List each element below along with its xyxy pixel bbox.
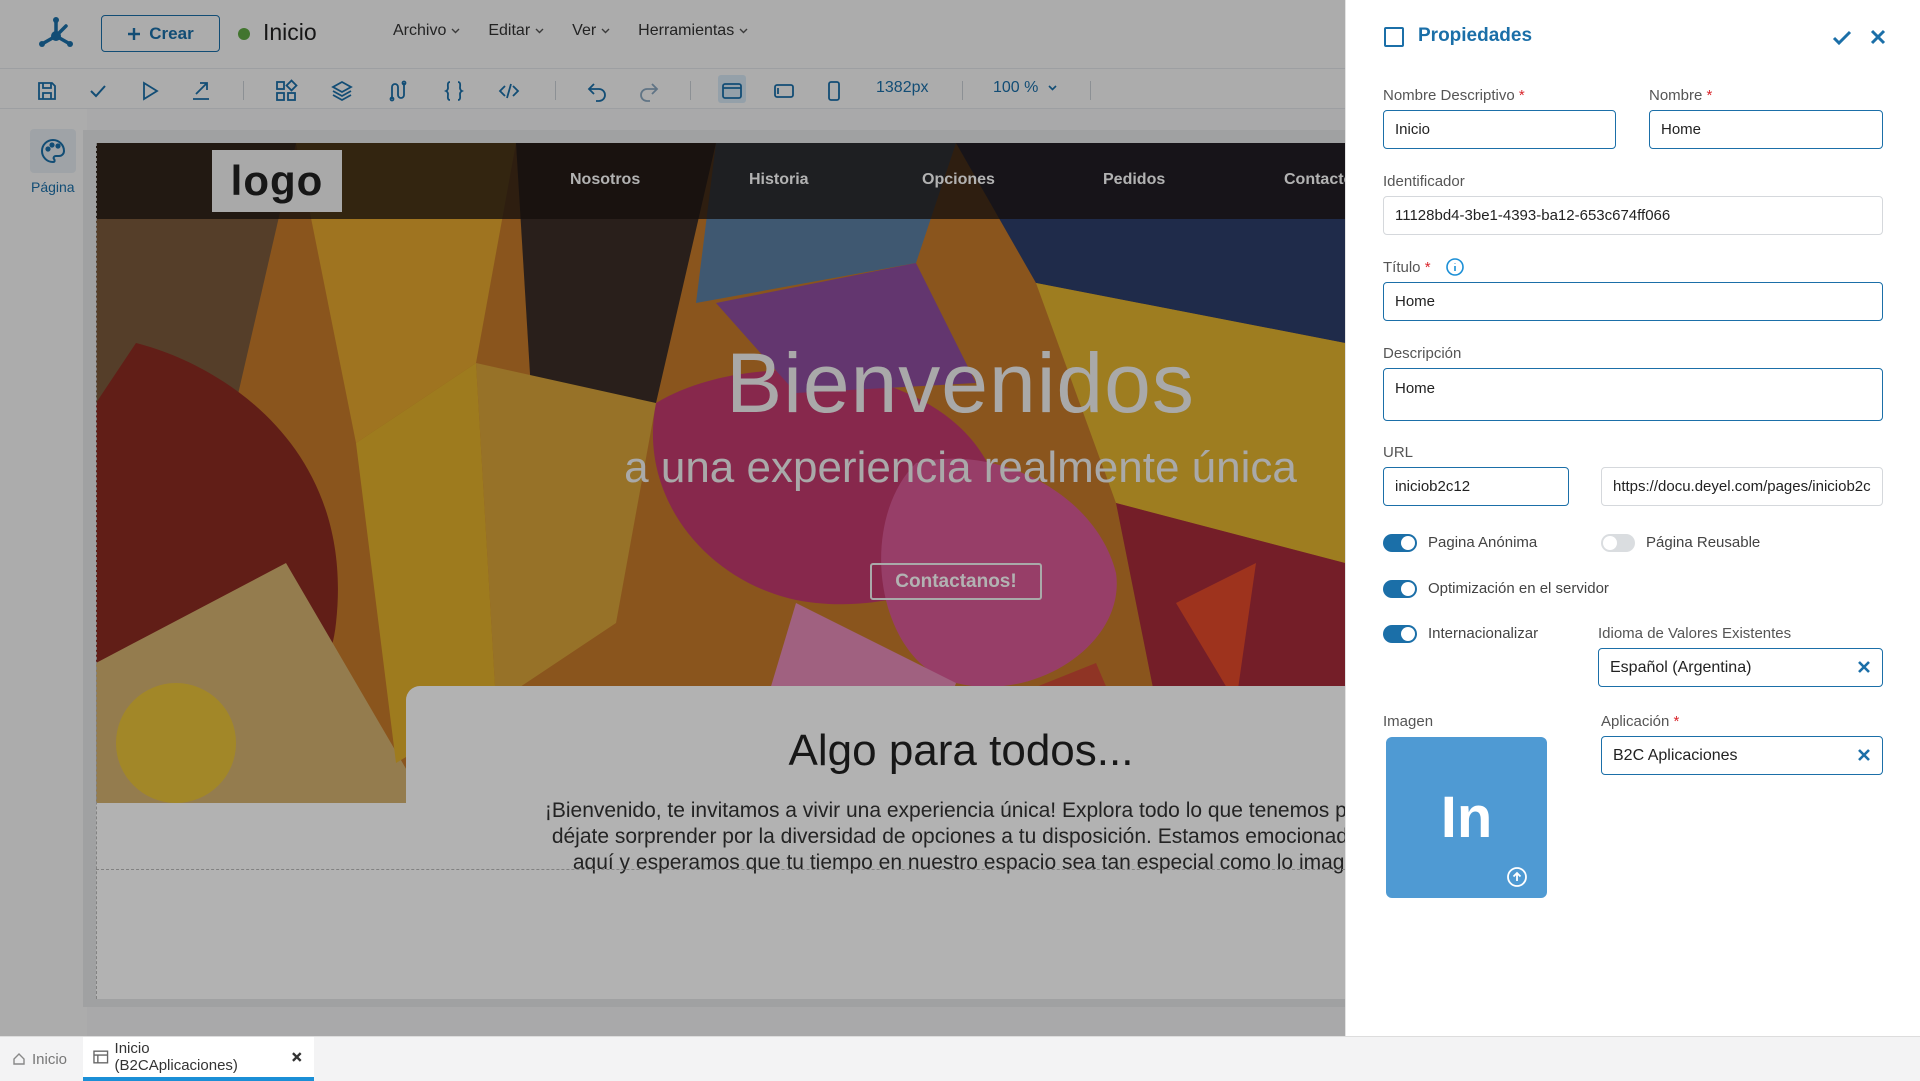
tab-inicio-b2c-label: Inicio (B2CAplicaciones) [114,1040,238,1074]
image-initials: In [1440,785,1493,850]
close-icon[interactable] [1868,27,1888,47]
home-icon [13,1053,25,1065]
nombre-descriptivo-label: Nombre Descriptivo * [1383,87,1525,104]
idioma-label: Idioma de Valores Existentes [1598,625,1792,642]
idioma-select[interactable]: Español (Argentina) [1598,648,1883,687]
modal-overlay[interactable] [0,0,1345,1036]
identificador-field[interactable]: 11128bd4-3be1-4393-ba12-653c674ff066 [1383,196,1883,235]
aplicacion-value: B2C Aplicaciones [1613,746,1738,764]
pagina-reusable-label: Página Reusable [1646,534,1761,551]
confirm-icon[interactable] [1831,27,1853,49]
url-field[interactable]: iniciob2c12 [1383,467,1569,506]
aplicacion-label: Aplicación * [1601,713,1680,730]
pagina-anonima-label: Pagina Anónima [1428,534,1538,551]
nombre-label: Nombre * [1649,87,1713,104]
clear-icon[interactable] [1856,659,1872,675]
full-url-field[interactable]: https://docu.deyel.com/pages/iniciob2c [1601,467,1883,506]
descripcion-textarea[interactable]: Home [1383,368,1883,421]
bottom-tab-bar: Inicio Inicio (B2CAplicaciones) [0,1036,1920,1081]
clear-icon[interactable] [1856,747,1872,763]
tab-inicio-b2c[interactable]: Inicio (B2CAplicaciones) [83,1037,314,1081]
page-icon [93,1050,109,1064]
internacionalizar-toggle[interactable] [1383,625,1417,643]
pagina-reusable-toggle[interactable] [1601,534,1635,552]
properties-checkbox[interactable] [1384,27,1404,47]
titulo-field[interactable]: Home [1383,282,1883,321]
optimizacion-label: Optimización en el servidor [1428,580,1609,597]
upload-icon[interactable] [1506,866,1528,888]
properties-panel: Propiedades Nombre Descriptivo * Inicio … [1345,0,1920,1036]
idioma-value: Español (Argentina) [1610,658,1752,676]
pagina-anonima-toggle[interactable] [1383,534,1417,552]
nombre-descriptivo-field[interactable]: Inicio [1383,110,1616,149]
tab-inicio[interactable]: Inicio [2,1037,77,1081]
close-tab-icon[interactable] [290,1050,304,1064]
aplicacion-select[interactable]: B2C Aplicaciones [1601,736,1883,775]
internacionalizar-label: Internacionalizar [1428,625,1539,642]
identificador-label: Identificador [1383,173,1465,190]
optimizacion-toggle[interactable] [1383,580,1417,598]
page-image-thumbnail[interactable]: In [1386,737,1547,898]
imagen-label: Imagen [1383,713,1434,730]
tab-inicio-label: Inicio [32,1050,68,1068]
properties-title: Propiedades [1418,25,1533,46]
nombre-field[interactable]: Home [1649,110,1883,149]
info-icon[interactable] [1445,257,1465,277]
url-label: URL [1383,444,1414,461]
descripcion-label: Descripción [1383,345,1462,362]
titulo-label: Título * [1383,259,1431,276]
